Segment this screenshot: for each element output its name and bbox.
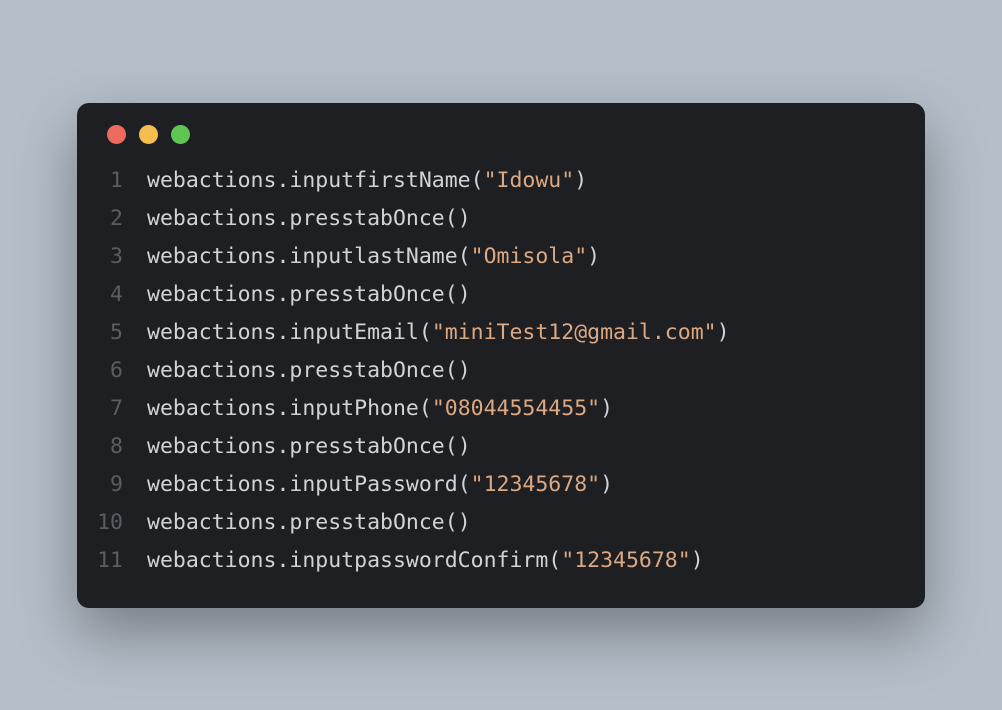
line-content: webactions.inputPhone("08044554455") <box>147 390 613 428</box>
code-line: 5webactions.inputEmail("miniTest12@gmail… <box>77 314 895 352</box>
token-punct: () <box>445 282 471 307</box>
token-punct: ) <box>574 168 587 193</box>
token-method: presstabOnce <box>289 434 444 459</box>
line-number: 10 <box>77 504 147 542</box>
token-string: "12345678" <box>561 548 690 573</box>
token-string: "08044554455" <box>432 396 600 421</box>
line-content: webactions.inputlastName("Omisola") <box>147 238 600 276</box>
token-punct: () <box>445 510 471 535</box>
token-punct: ( <box>458 244 471 269</box>
code-line: 1webactions.inputfirstName("Idowu") <box>77 162 895 200</box>
token-punct: . <box>276 396 289 421</box>
line-content: webactions.presstabOnce() <box>147 428 471 466</box>
token-punct: () <box>445 434 471 459</box>
token-punct: . <box>276 282 289 307</box>
token-punct: () <box>445 358 471 383</box>
token-method: inputpasswordConfirm <box>289 548 548 573</box>
line-number: 9 <box>77 466 147 504</box>
code-editor[interactable]: 1webactions.inputfirstName("Idowu")2weba… <box>77 162 925 580</box>
code-line: 8webactions.presstabOnce() <box>77 428 895 466</box>
token-object: webactions <box>147 282 276 307</box>
token-object: webactions <box>147 434 276 459</box>
token-method: presstabOnce <box>289 358 444 383</box>
line-number: 1 <box>77 162 147 200</box>
code-line: 2webactions.presstabOnce() <box>77 200 895 238</box>
token-punct: ) <box>717 320 730 345</box>
token-method: inputlastName <box>289 244 457 269</box>
line-number: 6 <box>77 352 147 390</box>
line-number: 3 <box>77 238 147 276</box>
code-line: 11webactions.inputpasswordConfirm("12345… <box>77 542 895 580</box>
token-method: inputPassword <box>289 472 457 497</box>
close-icon[interactable] <box>107 125 126 144</box>
code-line: 10webactions.presstabOnce() <box>77 504 895 542</box>
window-controls <box>77 125 925 162</box>
token-string: "12345678" <box>471 472 600 497</box>
token-string: "miniTest12@gmail.com" <box>432 320 717 345</box>
line-content: webactions.presstabOnce() <box>147 504 471 542</box>
token-method: inputEmail <box>289 320 418 345</box>
token-method: presstabOnce <box>289 510 444 535</box>
line-number: 2 <box>77 200 147 238</box>
line-content: webactions.inputPassword("12345678") <box>147 466 613 504</box>
code-line: 9webactions.inputPassword("12345678") <box>77 466 895 504</box>
token-object: webactions <box>147 510 276 535</box>
token-object: webactions <box>147 396 276 421</box>
token-method: presstabOnce <box>289 206 444 231</box>
token-punct: . <box>276 510 289 535</box>
line-content: webactions.inputpasswordConfirm("1234567… <box>147 542 704 580</box>
token-punct: ( <box>471 168 484 193</box>
line-number: 5 <box>77 314 147 352</box>
token-object: webactions <box>147 206 276 231</box>
token-punct: . <box>276 244 289 269</box>
token-punct: ( <box>419 320 432 345</box>
token-string: "Omisola" <box>471 244 588 269</box>
code-line: 6webactions.presstabOnce() <box>77 352 895 390</box>
token-punct: ) <box>691 548 704 573</box>
code-line: 7webactions.inputPhone("08044554455") <box>77 390 895 428</box>
token-punct: . <box>276 434 289 459</box>
token-punct: . <box>276 358 289 383</box>
line-content: webactions.presstabOnce() <box>147 352 471 390</box>
token-method: inputPhone <box>289 396 418 421</box>
token-object: webactions <box>147 244 276 269</box>
line-content: webactions.presstabOnce() <box>147 276 471 314</box>
token-object: webactions <box>147 168 276 193</box>
maximize-icon[interactable] <box>171 125 190 144</box>
line-number: 8 <box>77 428 147 466</box>
line-number: 4 <box>77 276 147 314</box>
line-number: 7 <box>77 390 147 428</box>
line-number: 11 <box>77 542 147 580</box>
token-object: webactions <box>147 320 276 345</box>
token-punct: () <box>445 206 471 231</box>
token-string: "Idowu" <box>484 168 575 193</box>
token-punct: ) <box>600 396 613 421</box>
line-content: webactions.inputfirstName("Idowu") <box>147 162 587 200</box>
token-punct: ( <box>458 472 471 497</box>
minimize-icon[interactable] <box>139 125 158 144</box>
token-punct: . <box>276 206 289 231</box>
code-line: 3webactions.inputlastName("Omisola") <box>77 238 895 276</box>
terminal-window: 1webactions.inputfirstName("Idowu")2weba… <box>77 103 925 608</box>
token-punct: ( <box>548 548 561 573</box>
token-punct: . <box>276 168 289 193</box>
token-punct: ) <box>600 472 613 497</box>
token-object: webactions <box>147 548 276 573</box>
token-object: webactions <box>147 472 276 497</box>
token-method: presstabOnce <box>289 282 444 307</box>
line-content: webactions.presstabOnce() <box>147 200 471 238</box>
line-content: webactions.inputEmail("miniTest12@gmail.… <box>147 314 730 352</box>
token-punct: . <box>276 548 289 573</box>
token-object: webactions <box>147 358 276 383</box>
token-punct: . <box>276 472 289 497</box>
token-method: inputfirstName <box>289 168 470 193</box>
token-punct: ) <box>587 244 600 269</box>
code-line: 4webactions.presstabOnce() <box>77 276 895 314</box>
token-punct: ( <box>419 396 432 421</box>
token-punct: . <box>276 320 289 345</box>
